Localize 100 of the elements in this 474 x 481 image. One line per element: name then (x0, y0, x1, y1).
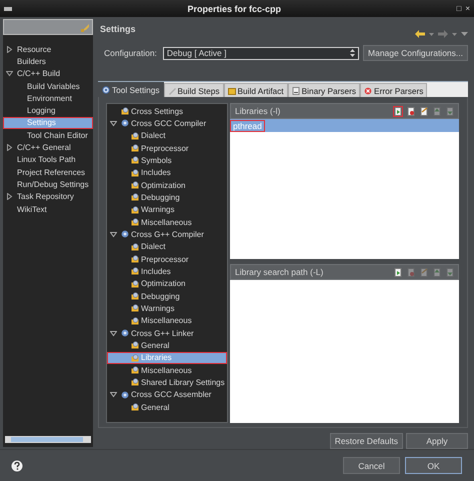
tree-item[interactable]: Resource (3, 43, 93, 56)
tree-item[interactable]: Shared Library Settings (107, 376, 227, 389)
cancel-button[interactable]: Cancel (343, 457, 400, 474)
option-icon (131, 255, 139, 264)
tree-item[interactable]: Cross GCC Assembler (107, 388, 227, 401)
configuration-dropdown[interactable]: Debug [ Active ] (162, 46, 360, 60)
tree-item[interactable]: Warnings (107, 302, 227, 315)
tree-item[interactable]: Builders (3, 55, 93, 68)
tree-item[interactable]: Dialect (107, 130, 227, 142)
tree-item[interactable]: Symbols (107, 154, 227, 167)
tree-item[interactable]: Dialect (107, 240, 227, 253)
gear-icon (121, 230, 129, 238)
tree-item[interactable]: Debugging (107, 290, 227, 302)
tree-item[interactable]: Miscellaneous (107, 364, 227, 376)
tree-item[interactable]: C/C++ Build (3, 68, 93, 80)
tree-item[interactable]: Logging (3, 104, 93, 117)
option-icon (131, 316, 139, 325)
edit-icon[interactable] (420, 106, 428, 116)
tree-item[interactable]: Environment (3, 92, 93, 104)
window-title: Properties for fcc-cpp (186, 4, 282, 14)
tree-item[interactable]: Preprocessor (107, 142, 227, 154)
maximize-button[interactable]: □ (456, 4, 462, 13)
option-icon (131, 354, 139, 362)
tree-item[interactable]: Run/Debug Settings (3, 178, 93, 191)
collapsed-icon[interactable] (6, 144, 13, 152)
tree-item[interactable]: Linux Tools Path (3, 154, 93, 166)
caret-icon (429, 32, 434, 36)
gear-icon (121, 119, 129, 128)
tree-item[interactable]: Cross Settings (107, 105, 227, 118)
option-icon (131, 144, 139, 152)
close-button[interactable]: × (465, 4, 470, 13)
option-icon (131, 242, 139, 251)
tree-item[interactable]: Project References (3, 166, 93, 178)
expanded-icon[interactable] (6, 70, 13, 78)
menu-caret-icon (461, 32, 468, 36)
tree-item[interactable]: Optimization (107, 178, 227, 192)
gear-icon (102, 86, 110, 94)
tree-item[interactable]: Cross G++ Linker (107, 326, 227, 340)
spinner-icon (350, 49, 356, 57)
option-icon (131, 181, 139, 190)
page-title: Settings (100, 24, 137, 34)
option-icon (131, 267, 139, 276)
option-icon (131, 193, 139, 202)
filter-field[interactable] (3, 19, 93, 35)
configuration-label: Configuration: (104, 48, 157, 58)
expanded-icon[interactable] (110, 230, 117, 238)
option-icon (131, 341, 139, 350)
tree-item[interactable]: Optimization (107, 278, 227, 290)
tree-item[interactable]: Includes (107, 265, 227, 278)
expanded-icon[interactable] (110, 391, 117, 398)
tree-item[interactable]: Cross G++ Compiler (107, 228, 227, 241)
apply-button[interactable]: Apply (406, 433, 468, 449)
list-title: Libraries (-l) (235, 106, 282, 116)
clear-icon (81, 22, 90, 32)
ok-button[interactable]: OK (405, 457, 462, 474)
tree-item[interactable]: Tool Chain Editor (3, 129, 93, 142)
delete-icon[interactable] (407, 106, 415, 116)
option-icon (131, 292, 139, 300)
collapsed-icon[interactable] (6, 46, 13, 53)
option-icon (131, 378, 139, 386)
add-icon[interactable] (394, 106, 402, 116)
expanded-icon[interactable] (110, 330, 117, 337)
option-icon (131, 218, 139, 226)
restore-defaults-button[interactable]: Restore Defaults (330, 433, 403, 449)
tree-item[interactable]: WikiText (3, 202, 93, 216)
tree-item[interactable]: Warnings (107, 204, 227, 216)
collapsed-icon[interactable] (6, 193, 13, 200)
tree-item[interactable]: C/C++ General (3, 141, 93, 154)
tree-item[interactable]: Preprocessor (107, 252, 227, 266)
tree-item[interactable]: Miscellaneous (107, 314, 227, 327)
back-arrow-icon (415, 30, 425, 38)
help-icon[interactable] (11, 460, 23, 472)
forward-arrow-icon (438, 30, 448, 38)
tree-item[interactable]: Debugging (107, 191, 227, 204)
tab[interactable]: Build Steps (164, 83, 224, 97)
tab[interactable]: Tool Settings (98, 82, 164, 97)
caret-icon (452, 32, 457, 36)
add-icon[interactable] (394, 268, 402, 276)
tree-item[interactable]: Task Repository (3, 190, 93, 203)
scrollbar[interactable] (5, 436, 91, 443)
tree-item[interactable]: General (107, 339, 227, 352)
option-icon (131, 132, 139, 140)
gear-icon (121, 329, 129, 338)
window-menu-icon (4, 6, 12, 12)
option-icon (131, 280, 139, 288)
option-icon (131, 304, 139, 312)
tab[interactable]: Error Parsers (360, 83, 428, 97)
expanded-icon[interactable] (110, 120, 117, 127)
tree-item[interactable]: Cross GCC Compiler (107, 117, 227, 130)
list-title: Library search path (-L) (235, 267, 324, 277)
gear-icon (121, 390, 129, 399)
tree-item[interactable]: Includes (107, 166, 227, 179)
tree-item[interactable]: Build Variables (3, 80, 93, 92)
tree-item[interactable]: Miscellaneous (107, 216, 227, 228)
manage-configurations-button[interactable]: Manage Configurations... (363, 45, 468, 61)
tab[interactable]: Binary Parsers (288, 83, 360, 97)
tree-item[interactable]: General (107, 400, 227, 414)
tab[interactable]: Build Artifact (224, 83, 288, 97)
error-icon (364, 86, 372, 94)
option-icon (131, 366, 139, 374)
